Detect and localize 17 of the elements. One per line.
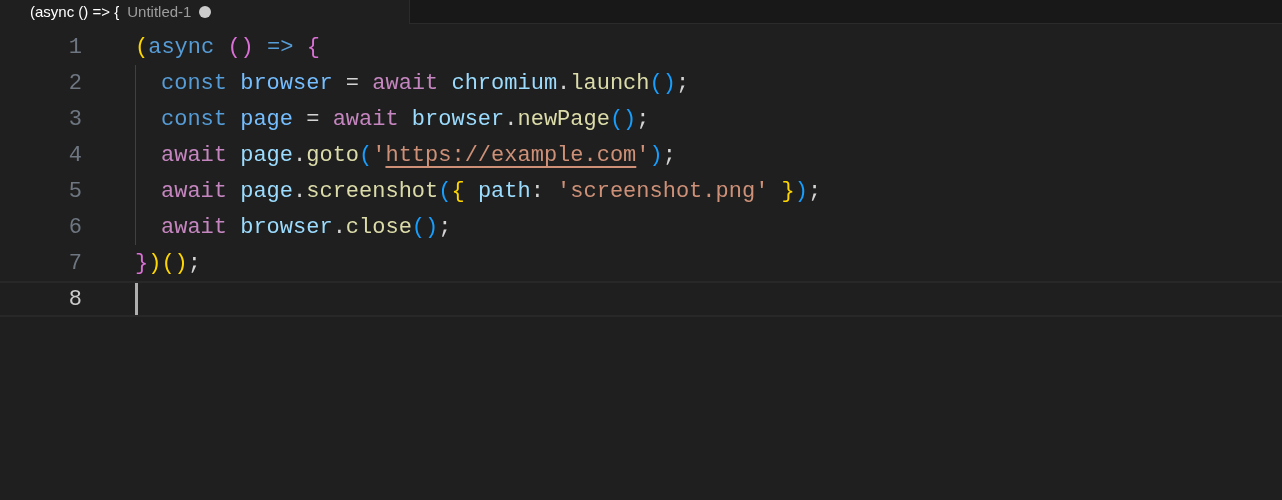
text-cursor	[135, 283, 138, 315]
code-line: })();	[135, 249, 201, 278]
code-line: const browser = await chromium.launch();	[161, 69, 690, 98]
line-number: 5	[67, 177, 82, 206]
line-number: 4	[67, 141, 82, 170]
line-number: 8	[67, 285, 82, 314]
code-line: await page.screenshot({ path: 'screenshot.png' });	[161, 177, 822, 206]
code-line: await browser.close();	[161, 213, 452, 242]
editor-tab[interactable]: (async () => { Untitled-1	[0, 0, 410, 24]
code-line: (async () => {	[135, 33, 320, 62]
line-number: 6	[67, 213, 82, 242]
code-line: const page = await browser.newPage();	[161, 105, 650, 134]
code-line: await page.goto('https://example.com');	[161, 141, 676, 170]
line-number: 3	[67, 105, 82, 134]
line-number: 2	[67, 69, 82, 98]
line-number: 1	[67, 33, 82, 62]
line-number: 7	[67, 249, 82, 278]
